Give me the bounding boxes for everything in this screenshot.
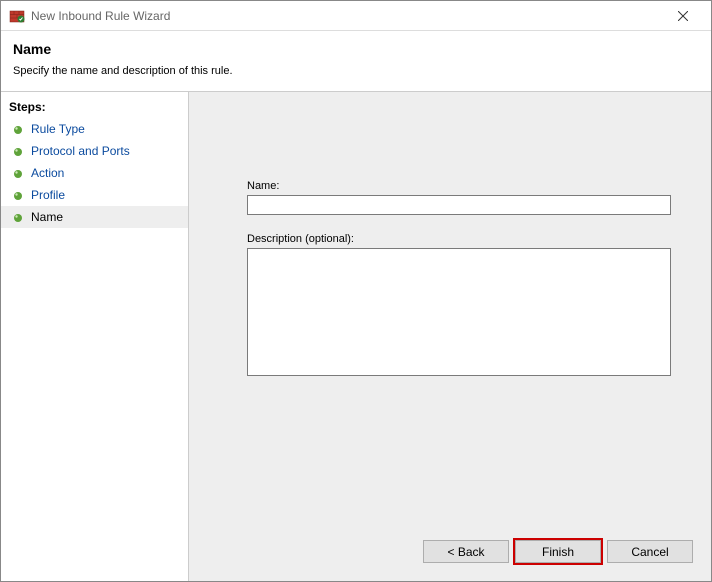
button-row: < Back Finish Cancel [423, 540, 693, 563]
bullet-icon [13, 190, 23, 200]
bullet-icon [13, 124, 23, 134]
main-panel: Name: Description (optional): < Back Fin… [189, 92, 711, 581]
step-label: Profile [31, 188, 65, 202]
page-title: Name [13, 41, 699, 57]
step-profile[interactable]: Profile [1, 184, 188, 206]
step-name[interactable]: Name [1, 206, 188, 228]
step-label: Action [31, 166, 64, 180]
back-button[interactable]: < Back [423, 540, 509, 563]
step-label: Name [31, 210, 63, 224]
titlebar: New Inbound Rule Wizard [1, 1, 711, 31]
step-action[interactable]: Action [1, 162, 188, 184]
window-title: New Inbound Rule Wizard [31, 9, 663, 23]
form-area: Name: Description (optional): [247, 180, 671, 379]
name-input[interactable] [247, 195, 671, 215]
steps-heading: Steps: [1, 98, 188, 118]
firewall-icon [9, 8, 25, 24]
bullet-icon [13, 168, 23, 178]
bullet-icon [13, 146, 23, 156]
wizard-window: New Inbound Rule Wizard Name Specify the… [0, 0, 712, 582]
step-protocol-ports[interactable]: Protocol and Ports [1, 140, 188, 162]
step-label: Rule Type [31, 122, 85, 136]
description-input[interactable] [247, 248, 671, 376]
cancel-button[interactable]: Cancel [607, 540, 693, 563]
description-label: Description (optional): [247, 233, 671, 245]
step-label: Protocol and Ports [31, 144, 130, 158]
page-header: Name Specify the name and description of… [1, 31, 711, 92]
bullet-icon [13, 212, 23, 222]
finish-button[interactable]: Finish [515, 540, 601, 563]
step-rule-type[interactable]: Rule Type [1, 118, 188, 140]
close-icon[interactable] [663, 8, 703, 24]
body: Steps: Rule Type Protocol and Ports Acti… [1, 92, 711, 581]
steps-sidebar: Steps: Rule Type Protocol and Ports Acti… [1, 92, 189, 581]
page-subtitle: Specify the name and description of this… [13, 65, 699, 77]
name-label: Name: [247, 180, 671, 192]
